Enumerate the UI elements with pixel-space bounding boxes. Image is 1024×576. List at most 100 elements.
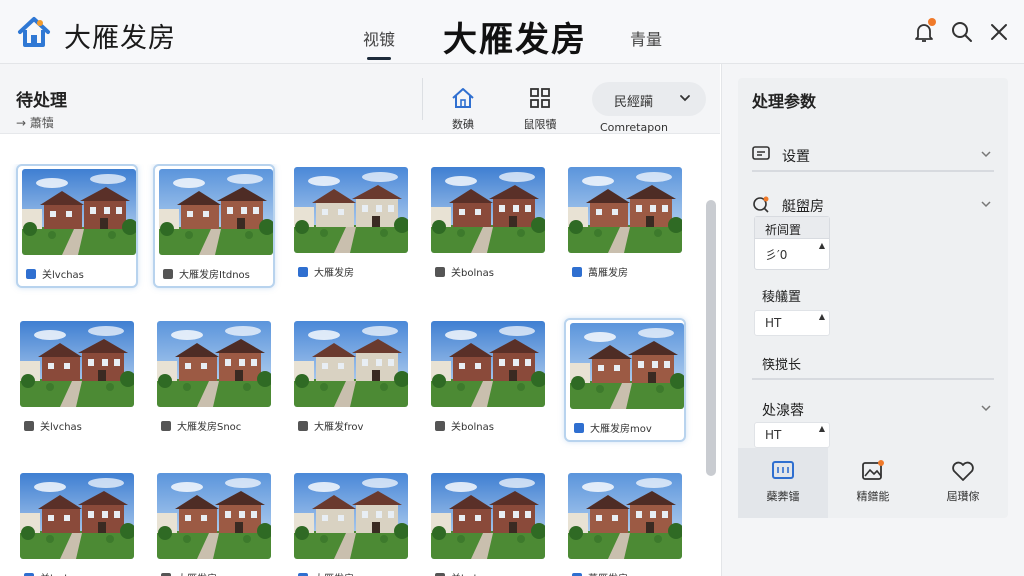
card-caption: 萬雁发房 (572, 570, 628, 576)
grid-view-button[interactable]: 鼠限犢 (500, 86, 580, 132)
doc-icon (572, 266, 582, 277)
image-card[interactable]: 关bolnas (427, 470, 549, 576)
section-divider (752, 170, 994, 172)
house-thumbnail (157, 321, 271, 407)
card-caption-text: 关lvchas (40, 570, 82, 576)
sort-dropdown-value: 民經躏 (614, 95, 654, 110)
process-stepper[interactable]: HT ▲ (754, 422, 830, 448)
card-caption-text: 大雁发房 (314, 268, 354, 279)
section-process-label: 处湶蓉 (762, 403, 804, 419)
card-caption: 关lvchas (26, 266, 84, 281)
card-caption: 关bolnas (435, 418, 494, 433)
card-caption: 大雁发房 (298, 570, 354, 576)
image-card[interactable]: 关bolnas (427, 318, 549, 442)
chevron-down-icon (981, 405, 991, 412)
param3-label: 筷搅长 (762, 358, 802, 373)
house-thumbnail (22, 169, 136, 255)
card-caption-text: 关lvchas (40, 422, 82, 433)
image-card[interactable]: 大雁发房 (153, 470, 275, 576)
pending-panel: 待处理 → 蕭犢 数碘 鼠限犢 民經躏 Comretapon 关lvchas 大雁… (0, 64, 722, 576)
card-caption: 大雁发房 (298, 264, 354, 279)
tag-icon (298, 572, 308, 576)
card-caption-text: 关bolnas (451, 570, 494, 576)
chevron-down-icon (981, 201, 991, 208)
house-thumbnail (570, 323, 684, 409)
card-caption-text: 大雁发房 (314, 570, 354, 576)
grid-scrollbar[interactable] (706, 200, 716, 476)
film-icon (161, 420, 171, 431)
image-card[interactable]: 关lvchas (16, 164, 138, 288)
notification-dot (928, 18, 936, 26)
house-thumbnail (294, 167, 408, 253)
image-card[interactable]: 大雁发frov (290, 318, 412, 442)
section-source-label: 艇盥房 (782, 199, 824, 215)
window-icon (752, 146, 770, 160)
pending-subtitle[interactable]: → 蕭犢 (16, 114, 54, 131)
app-title: 大雁发房 (64, 23, 176, 54)
process-value: HT (765, 428, 782, 442)
card-caption: 关lvchas (24, 418, 82, 433)
card-caption: 关bolnas (435, 264, 494, 279)
action-favorite-button[interactable]: 屆瓚傢 (918, 448, 1008, 518)
card-caption: 大雁发房 (161, 570, 217, 576)
card-caption-text: 大雁发房Snoc (177, 422, 242, 433)
stepper-up-icon[interactable]: ▲ (819, 424, 825, 433)
sort-dropdown[interactable]: 民經躏 (592, 82, 706, 116)
stepper-up-icon[interactable]: ▲ (819, 241, 825, 250)
close-icon[interactable] (987, 20, 1011, 44)
search-icon[interactable] (950, 20, 974, 44)
house-thumbnail (157, 473, 271, 559)
house-thumbnail (568, 473, 682, 559)
image-card[interactable]: 大雁发房 (290, 164, 412, 288)
param-box[interactable]: 祈闾置 彡′0 ▲ (754, 216, 830, 270)
param2-label: 稜艤置 (762, 290, 802, 305)
card-caption-text: 萬雁发房 (588, 268, 628, 279)
tag-icon (24, 572, 34, 576)
pending-title: 待处理 (16, 91, 67, 111)
card-caption-text: 萬雁发房 (588, 570, 628, 576)
card-caption: 关bolnas (435, 570, 494, 576)
image-card[interactable]: 大雁发房Snoc (153, 318, 275, 442)
home-icon (163, 268, 173, 279)
section-process[interactable]: 处湶蓉 (738, 392, 1008, 422)
monitor-icon (772, 461, 794, 479)
param2-stepper[interactable]: HT ▲ (754, 310, 830, 336)
image-card[interactable]: 关lvchas (16, 470, 138, 576)
image-card[interactable]: 大雁发房 (290, 470, 412, 576)
tab-volume[interactable]: 青量 (630, 26, 662, 50)
section-settings-label: 设置 (782, 149, 810, 165)
bell-icon[interactable] (912, 18, 936, 44)
image-grid: 关lvchas 大雁发房Itdnos 大雁发房 关bolnas 萬雁发房 关lvchas 大… (0, 164, 700, 576)
tag-icon (26, 268, 36, 279)
image-card[interactable]: 大雁发房mov (564, 318, 686, 442)
action-image-button[interactable]: 精鐠能 (828, 448, 918, 518)
action-monitor-button[interactable]: 蘗莾镭 (738, 448, 828, 518)
sort-dropdown-label: Comretapon (600, 121, 668, 134)
image-card[interactable]: 关lvchas (16, 318, 138, 442)
params-title: 处理参数 (752, 92, 817, 111)
params-panel: 处理参数 设置 艇盥房 祈闾置 彡′0 ▲ 稜艤置 HT ▲ 筷搅长 处湶蓉 H… (722, 64, 1024, 576)
house-thumbnail (568, 167, 682, 253)
doc-icon (572, 572, 582, 576)
home-view-button[interactable]: 数碘 (423, 86, 503, 132)
home-icon (435, 266, 445, 277)
card-caption: 关lvchas (24, 570, 82, 576)
card-caption-text: 关bolnas (451, 422, 494, 433)
house-thumbnail (159, 169, 273, 255)
tab-video[interactable]: 视镀 (363, 26, 395, 60)
card-caption: 大雁发frov (298, 418, 363, 433)
card-caption-text: 关lvchas (42, 270, 84, 281)
house-thumbnail (20, 473, 134, 559)
image-card[interactable]: 萬雁发房 (564, 164, 686, 288)
chevron-down-icon (680, 95, 690, 102)
image-card[interactable]: 关bolnas (427, 164, 549, 288)
image-card[interactable]: 大雁发房Itdnos (153, 164, 275, 288)
action-favorite-label: 屆瓚傢 (946, 490, 980, 503)
image-card[interactable]: 萬雁发房 (564, 470, 686, 576)
card-caption: 大雁发房Itdnos (163, 266, 250, 281)
section-settings[interactable]: 设置 (738, 134, 1008, 174)
card-caption-text: 大雁发frov (314, 422, 364, 433)
param2-value: HT (765, 316, 782, 330)
home-logo-icon[interactable] (16, 14, 52, 50)
stepper-up-icon[interactable]: ▲ (819, 312, 825, 321)
